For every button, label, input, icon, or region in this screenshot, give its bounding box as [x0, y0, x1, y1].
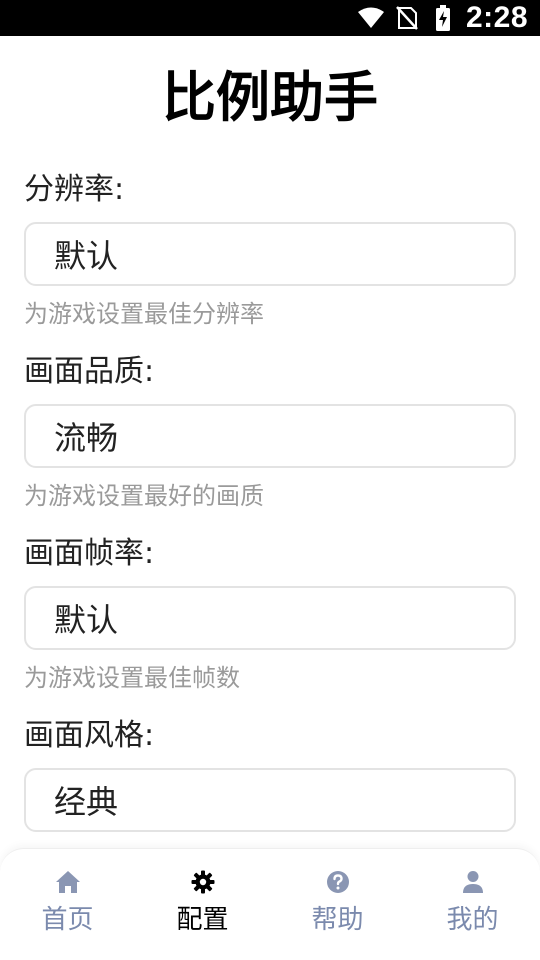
quality-select[interactable]: 流畅 — [24, 404, 516, 468]
status-bar: 2:28 — [0, 0, 540, 36]
setting-hint: 为游戏设置最佳帧数 — [24, 664, 240, 692]
bottom-nav: 首页 配置 帮助 我的 — [0, 848, 540, 960]
nav-label: 配置 — [176, 905, 229, 935]
setting-resolution: 分辨率: 默认 为游戏设置最佳分辨率 — [24, 170, 516, 330]
nav-label: 帮助 — [311, 905, 364, 935]
select-value: 流畅 — [54, 419, 119, 457]
page-title: 比例助手 — [162, 66, 378, 129]
setting-frame-rate: 画面帧率: 默认 为游戏设置最佳帧数 — [24, 534, 516, 694]
no-sim-icon — [394, 5, 420, 31]
user-icon — [460, 869, 486, 895]
setting-label: 分辨率: — [24, 172, 125, 207]
nav-label: 我的 — [446, 905, 499, 935]
nav-item-help[interactable]: 帮助 — [270, 849, 405, 960]
nav-item-home[interactable]: 首页 — [0, 849, 135, 960]
battery-charging-icon — [430, 5, 456, 31]
frame-rate-select[interactable]: 默认 — [24, 586, 516, 650]
status-time: 2:28 — [465, 1, 528, 34]
nav-item-config[interactable]: 配置 — [135, 849, 270, 960]
select-value: 默认 — [54, 237, 119, 275]
select-value: 默认 — [54, 601, 119, 639]
home-icon — [55, 869, 81, 895]
setting-label: 画面风格: — [24, 718, 155, 753]
setting-label: 画面品质: — [24, 354, 155, 389]
setting-style: 画面风格: 经典 — [24, 716, 516, 832]
resolution-select[interactable]: 默认 — [24, 222, 516, 286]
setting-label: 画面帧率: — [24, 536, 155, 571]
select-value: 经典 — [54, 783, 119, 821]
nav-label: 首页 — [41, 905, 94, 935]
style-select[interactable]: 经典 — [24, 768, 516, 832]
help-icon — [325, 869, 351, 895]
setting-quality: 画面品质: 流畅 为游戏设置最好的画质 — [24, 352, 516, 512]
wifi-icon — [357, 5, 384, 31]
setting-hint: 为游戏设置最佳分辨率 — [24, 300, 264, 328]
nav-item-mine[interactable]: 我的 — [405, 849, 540, 960]
setting-hint: 为游戏设置最好的画质 — [24, 482, 264, 510]
gear-icon — [190, 869, 216, 895]
